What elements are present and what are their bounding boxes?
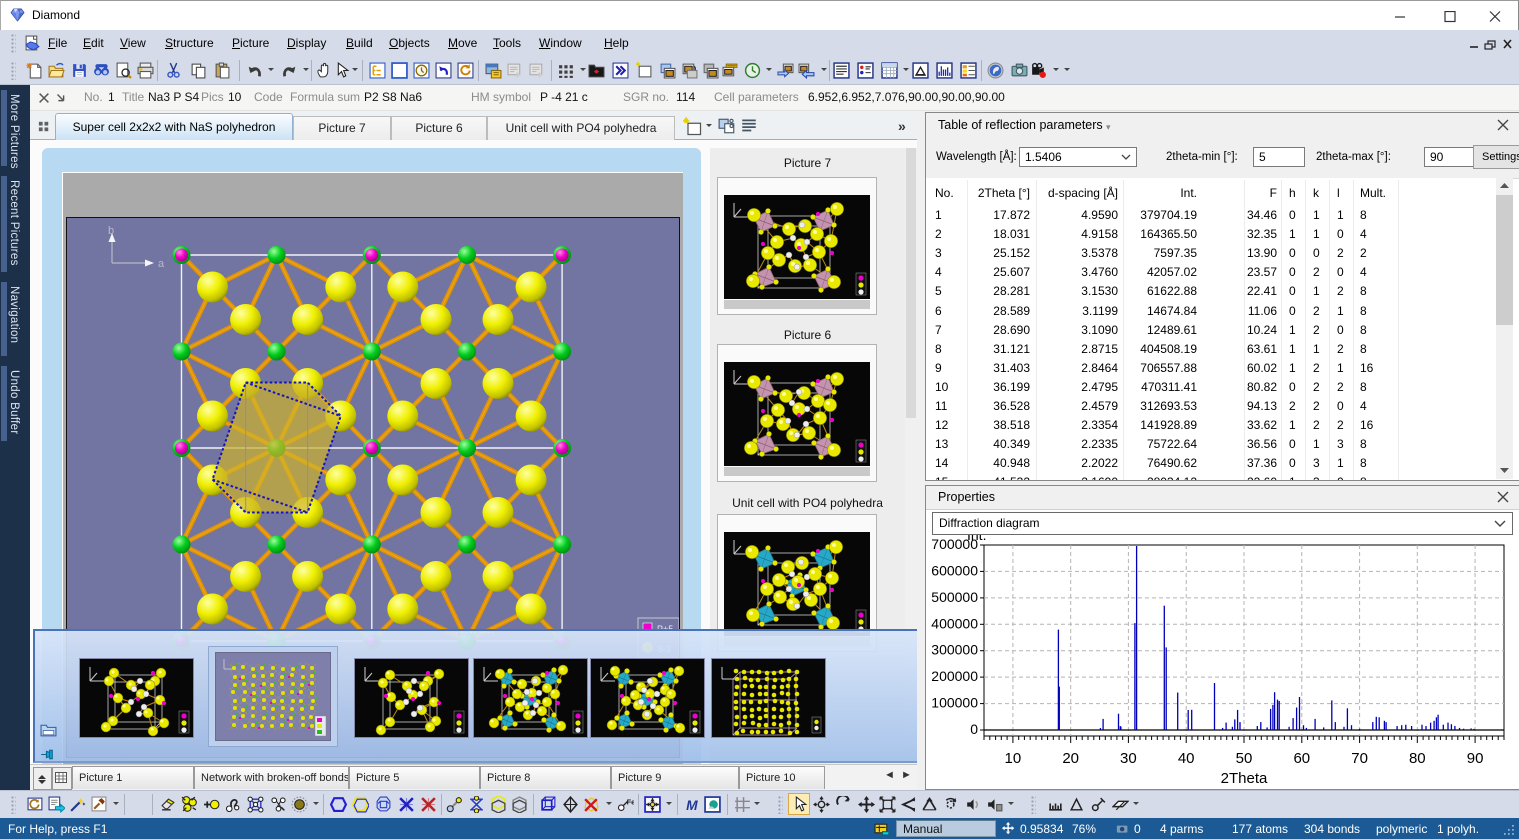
- svg-text:90: 90: [1467, 750, 1484, 767]
- svg-text:a: a: [158, 258, 165, 270]
- svg-text:b: b: [108, 225, 114, 237]
- svg-text:100000: 100000: [931, 695, 978, 711]
- svg-text:10: 10: [1005, 750, 1022, 767]
- svg-text:40: 40: [1178, 750, 1195, 767]
- svg-text:200000: 200000: [931, 668, 978, 684]
- svg-text:30: 30: [1120, 750, 1137, 767]
- svg-text:Int.: Int.: [967, 535, 986, 543]
- svg-text:2Theta: 2Theta: [1221, 770, 1268, 787]
- svg-text:20: 20: [1062, 750, 1079, 767]
- svg-text:500000: 500000: [931, 589, 978, 605]
- svg-text:M: M: [686, 797, 698, 813]
- svg-text:80: 80: [1409, 750, 1426, 767]
- svg-text:600000: 600000: [931, 562, 978, 578]
- svg-text:70: 70: [1351, 750, 1368, 767]
- svg-text:60: 60: [1293, 750, 1310, 767]
- svg-text:Fe: Fe: [627, 798, 634, 807]
- svg-text:400000: 400000: [931, 615, 978, 631]
- svg-text:50: 50: [1236, 750, 1253, 767]
- svg-text:300000: 300000: [931, 642, 978, 658]
- svg-text:0: 0: [970, 721, 978, 737]
